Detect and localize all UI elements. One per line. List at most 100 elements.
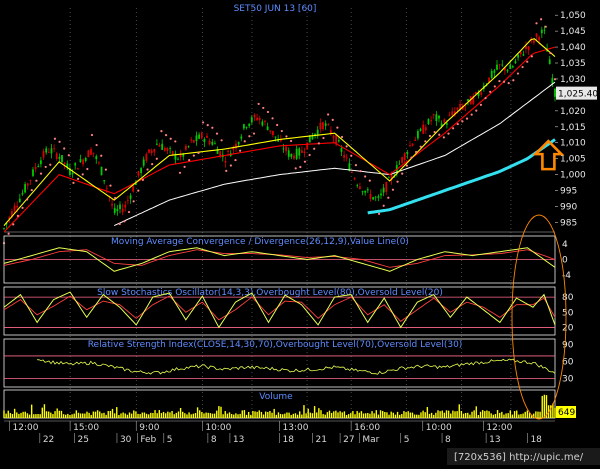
price-sar-dot [169,137,172,140]
price-candle-body [148,149,150,153]
price-candle-body [409,145,411,146]
volume-bar [269,411,271,418]
price-candle-body [337,139,340,142]
volume-bar [520,414,522,418]
volume-bar [464,412,467,418]
volume-bar [294,413,297,418]
volume-bar [507,413,509,418]
price-candle-body [76,168,79,170]
price-sar-dot [174,140,177,143]
volume-bar [454,411,456,418]
date-axis-label: 25 [78,435,89,445]
price-sar-dot [188,159,191,162]
price-sar-dot [465,117,469,120]
price-candle-body [551,77,554,84]
volume-bar [477,414,480,418]
price-candle-body [137,171,140,176]
volume-bar [147,414,150,418]
price-sar-dot [354,164,357,167]
volume-bar [281,414,284,418]
price-candle-body [266,126,269,131]
volume-bar [513,411,516,418]
volume-bar [420,412,422,418]
macd-axis-tick: 4 [562,240,568,250]
date-axis-label: 27 [343,435,354,445]
price-sar-dot [438,133,441,136]
volume-bar [320,410,322,418]
price-candle-body [13,205,16,211]
price-candle-body [538,36,541,41]
price-candle-body [192,140,195,143]
volume-bar [169,412,171,418]
volume-bar [39,414,41,418]
price-candle-body [256,117,258,120]
price-candle-body [158,144,161,147]
price-candle-body [272,130,274,136]
price-candle-body [282,148,285,150]
price-sar-dot [178,171,182,174]
volume-bar [379,410,382,418]
volume-bar [154,410,156,418]
volume-bar [190,414,192,418]
rsi-panel-title: Relative Strength Index(CLOSE,14,30,70),… [88,340,463,350]
volume-bar [445,410,448,418]
volume-bar [233,414,235,418]
price-candle-body [124,204,127,208]
price-sar-dot [484,97,487,100]
volume-bar [481,410,484,418]
price-candle-body [377,196,380,198]
volume-bar [173,414,175,418]
macd-panel-title: Moving Average Convergence / Divergence(… [111,237,409,247]
price-candle-body [142,159,145,166]
price-candle-body [248,123,251,126]
time-axis-label: 9:00 [139,423,159,433]
price-sar-dot [405,164,408,167]
volume-bar [258,410,260,418]
price-candle-body [274,136,277,138]
price-candle-body [21,193,24,195]
price-sar-dot [276,123,279,127]
price-candle-body [293,155,295,159]
volume-bar [418,414,420,418]
price-candle-body [87,150,90,158]
volume-bar [237,414,239,418]
volume-bar [92,411,95,418]
volume-bar [84,413,86,418]
volume-bar [158,410,161,418]
date-axis-label: 13 [233,435,244,445]
volume-bar [124,413,126,418]
volume-bar [364,413,367,418]
credit-text: [720x536] http://upic.me/ [454,452,584,463]
price-axis-tick: 990 [560,202,577,212]
price-sar-dot [424,140,427,143]
price-candle-body [269,130,272,132]
volume-bar [20,412,22,418]
volume-bar [230,414,233,418]
date-axis-label: 22 [43,435,54,445]
price-sar-dot [350,154,353,157]
volume-bar [288,412,290,418]
price-candle-body [306,142,309,150]
time-axis-label: 10:00 [426,423,452,433]
stochastic-panel-title: Slow Stochastics Oscillator(14,3,3),Over… [97,288,443,298]
price-candle-body [353,178,356,180]
volume-bar [435,412,437,418]
volume-bar [458,404,460,418]
price-sar-dot [419,145,422,148]
volume-bar [103,412,105,418]
volume-bar [428,413,431,418]
volume-bar [494,414,497,418]
volume-bar [324,414,326,418]
volume-bar [398,414,401,418]
price-candle-body [206,135,208,138]
volume-bar [403,411,405,418]
price-candle-body [127,200,129,202]
volume-bar [396,411,399,418]
price-sar-dot [86,167,89,171]
price-sar-dot [7,232,10,235]
price-sar-dot [229,164,232,167]
price-candle-body [414,139,417,141]
volume-bar [390,411,392,418]
volume-bar [437,410,439,418]
volume-bar [424,412,426,418]
